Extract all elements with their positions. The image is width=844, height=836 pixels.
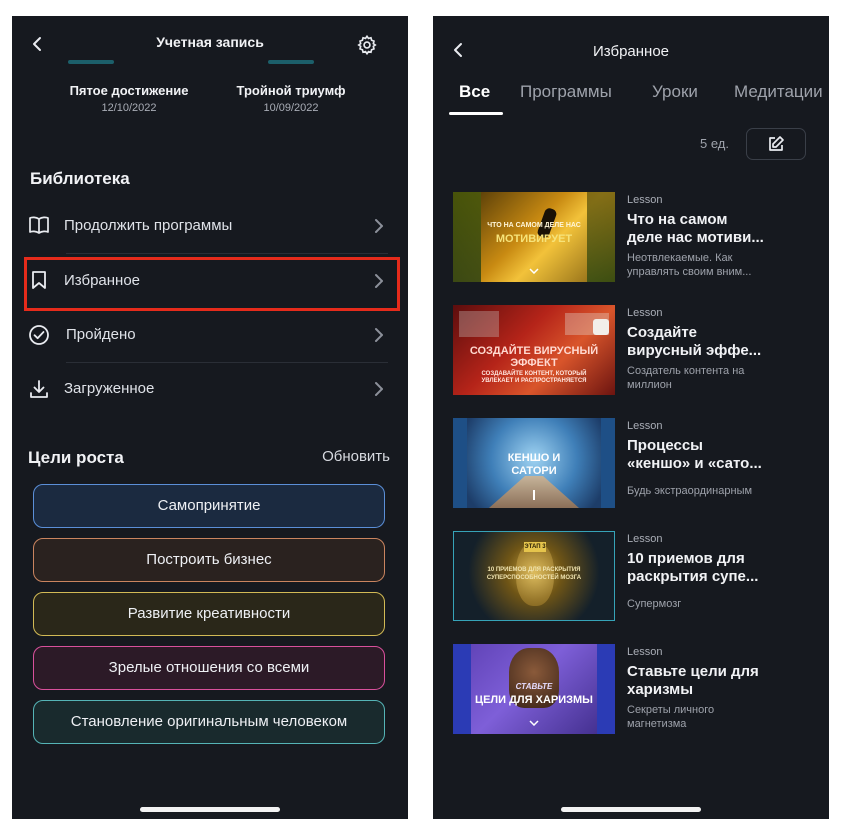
chevron-down-icon [529, 720, 539, 726]
book-icon [28, 215, 50, 235]
achievement-name: Тройной триумф [236, 83, 346, 98]
achievement-badge-edge [68, 60, 114, 64]
favorite-item[interactable]: ЭТАП 3 10 ПРИЕМОВ ДЛЯ РАСКРЫТИЯ СУПЕРСПО… [453, 531, 813, 623]
back-chevron-icon[interactable] [30, 36, 44, 52]
achievement-name: Пятое достижение [69, 83, 189, 98]
goal-chip[interactable]: Развитие креативности [33, 592, 385, 636]
page-title: Учетная запись [156, 34, 264, 50]
home-indicator[interactable] [140, 807, 280, 812]
divider [66, 253, 388, 254]
lesson-thumbnail: СОЗДАЙТЕ ВИРУСНЫЙ ЭФФЕКТ СОЗДАВАЙТЕ КОНТ… [453, 305, 615, 395]
tab-meditations[interactable]: Медитации [734, 82, 823, 102]
back-chevron-icon[interactable] [451, 42, 465, 58]
item-subtitle: Секреты личного магнетизма [627, 704, 715, 730]
chevron-down-icon [529, 268, 539, 274]
achievement-date: 12/10/2022 [101, 102, 157, 114]
items-count: 5 ед. [700, 136, 729, 151]
goals-title: Цели роста [28, 448, 124, 467]
tab-lessons[interactable]: Уроки [652, 82, 698, 102]
thumbnail-badge: ЭТАП 3 [524, 542, 546, 552]
thumbnail-title: СОЗДАЙТЕ ВИРУСНЫЙ ЭФФЕКТ [469, 345, 599, 369]
page-title: Избранное [592, 43, 670, 60]
active-tab-indicator [449, 112, 503, 115]
thumbnail-caption: СТАВЬТЕ [515, 682, 553, 691]
library-item-label: Продолжить программы [64, 217, 233, 234]
goal-chip[interactable]: Самопринятие [33, 484, 385, 528]
library-title: Библиотека [30, 169, 130, 188]
thumbnail-caption: 10 ПРИЕМОВ ДЛЯ РАСКРЫТИЯ СУПЕРСПОСОБНОСТ… [486, 567, 582, 581]
edit-button[interactable] [746, 128, 806, 160]
item-kind: Lesson [627, 420, 663, 432]
account-screen: Учетная запись Пятое достижение 12/10/20… [12, 16, 408, 819]
item-kind: Lesson [627, 194, 663, 206]
library-item-label: Пройдено [66, 326, 136, 343]
thumbnail-caption: СОЗДАВАЙТЕ КОНТЕНТ, КОТОРЫЙ УВЛЕКАЕТ И Р… [481, 371, 587, 384]
lesson-thumbnail: КЕНШО И САТОРИ [453, 418, 615, 508]
chevron-right-icon [374, 381, 384, 397]
item-kind: Lesson [627, 646, 663, 658]
lesson-thumbnail: ЭТАП 3 10 ПРИЕМОВ ДЛЯ РАСКРЫТИЯ СУПЕРСПО… [453, 531, 615, 621]
home-indicator[interactable] [561, 807, 701, 812]
thumbnail-caption: ЧТО НА САМОМ ДЕЛЕ НАС [487, 222, 581, 229]
item-title: Что на самом деле нас мотиви... [627, 211, 764, 246]
library-item-downloads[interactable]: Загруженное [24, 365, 396, 415]
chevron-right-icon [374, 218, 384, 234]
favorite-item[interactable]: ЧТО НА САМОМ ДЕЛЕ НАС МОТИВИРУЕТ Lesson … [453, 192, 813, 284]
library-item-label: Загруженное [64, 380, 155, 397]
achievement-badge-edge [268, 60, 314, 64]
refresh-goals-button[interactable]: Обновить [322, 448, 390, 465]
favorites-screen: Избранное Все Программы Уроки Медитации … [433, 16, 829, 819]
item-title: Создайте вирусный эффе... [627, 324, 762, 359]
item-title: Ставьте цели для харизмы [627, 663, 759, 698]
item-subtitle: Создатель контента на миллион [627, 365, 745, 391]
item-kind: Lesson [627, 533, 663, 545]
chevron-right-icon [374, 327, 384, 343]
achievement-date: 10/09/2022 [263, 102, 319, 114]
item-kind: Lesson [627, 307, 663, 319]
gear-icon[interactable] [356, 34, 378, 56]
item-subtitle: Будь экстраординарным [627, 485, 753, 497]
item-title: 10 приемов для раскрытия супе... [627, 550, 759, 585]
library-item-continue[interactable]: Продолжить программы [24, 202, 396, 252]
item-subtitle: Неотвлекаемые. Как управлять своим вним.… [627, 252, 752, 278]
tab-programs[interactable]: Программы [520, 82, 612, 102]
lesson-thumbnail: ЧТО НА САМОМ ДЕЛЕ НАС МОТИВИРУЕТ [453, 192, 615, 282]
goal-chip[interactable]: Зрелые отношения со всеми [33, 646, 385, 690]
divider [66, 362, 388, 363]
favorite-item[interactable]: КЕНШО И САТОРИ Lesson Процессы «кеншо» и… [453, 418, 813, 510]
favorite-item[interactable]: СОЗДАЙТЕ ВИРУСНЫЙ ЭФФЕКТ СОЗДАВАЙТЕ КОНТ… [453, 305, 813, 397]
download-icon [28, 378, 50, 400]
edit-pencil-icon [767, 135, 785, 153]
item-subtitle: Супермозг [627, 598, 682, 610]
check-circle-icon [28, 324, 50, 346]
tab-all[interactable]: Все [459, 82, 490, 102]
favorite-item[interactable]: СТАВЬТЕ ЦЕЛИ ДЛЯ ХАРИЗМЫ Lesson Ставьте … [453, 644, 813, 736]
item-title: Процессы «кеншо» и «сато... [627, 437, 762, 472]
thumbnail-title: КЕНШО И САТОРИ [507, 452, 561, 477]
goal-chip[interactable]: Становление оригинальным человеком [33, 700, 385, 744]
thumbnail-title: МОТИВИРУЕТ [495, 233, 573, 245]
goal-chip[interactable]: Построить бизнес [33, 538, 385, 582]
library-item-completed[interactable]: Пройдено [24, 311, 396, 361]
favorites-highlight-box [24, 257, 400, 311]
lesson-thumbnail: СТАВЬТЕ ЦЕЛИ ДЛЯ ХАРИЗМЫ [453, 644, 615, 734]
thumbnail-title: ЦЕЛИ ДЛЯ ХАРИЗМЫ [475, 694, 593, 706]
